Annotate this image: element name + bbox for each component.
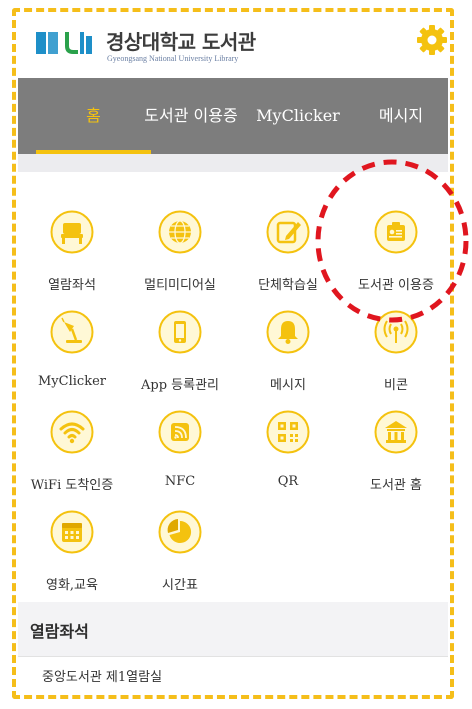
menu-grid: 열람좌석 멀티미디어실 단체학습실 도서관 이용증 MyClicker App … <box>18 172 448 602</box>
library-name: 경상대학교 도서관 <box>106 30 256 54</box>
menu-item-label: NFC <box>164 474 196 489</box>
menu-item-label: 메시지 <box>270 378 306 393</box>
menu-item-group-study-room[interactable]: 단체학습실 <box>234 198 342 298</box>
divider-band <box>18 154 448 172</box>
menu-item-label: 비콘 <box>384 378 408 393</box>
library-logo-icon <box>36 32 92 54</box>
tab-messages[interactable]: 메시지 <box>358 78 444 154</box>
menu-item-label: MyClicker <box>38 374 106 389</box>
calendar-icon <box>50 510 94 554</box>
list-item[interactable]: 중앙도서관 제1열람실 <box>18 656 448 693</box>
menu-item-timetable[interactable]: 시간표 <box>126 498 234 598</box>
qr-code-icon <box>266 410 310 454</box>
menu-item-label: 시간표 <box>162 578 198 593</box>
library-name-english: Gyeongsang National University Library <box>107 54 239 63</box>
menu-item-library-home[interactable]: 도서관 홈 <box>342 398 448 498</box>
menu-item-qr[interactable]: QR <box>234 398 342 498</box>
menu-item-label: WiFi 도착인증 <box>30 478 114 493</box>
id-card-icon <box>374 210 418 254</box>
menu-item-nfc[interactable]: NFC <box>126 398 234 498</box>
beacon-icon <box>374 310 418 354</box>
menu-item-label: App 등록관리 <box>140 378 219 393</box>
tab-bar: 홈 도서관 이용증 MyClicker 메시지 <box>18 78 448 154</box>
menu-item-multimedia-room[interactable]: 멀티미디어실 <box>126 198 234 298</box>
menu-item-app-registration[interactable]: App 등록관리 <box>126 298 234 398</box>
tab-myclicker[interactable]: MyClicker <box>248 78 348 154</box>
menu-item-messages[interactable]: 메시지 <box>234 298 342 398</box>
menu-item-label: 열람좌석 <box>48 278 96 293</box>
app-header: 경상대학교 도서관 Gyeongsang National University… <box>18 14 448 78</box>
menu-item-reading-seats[interactable]: 열람좌석 <box>18 198 126 298</box>
menu-item-library-card[interactable]: 도서관 이용증 <box>342 198 448 298</box>
menu-item-label: 영화,교육 <box>46 578 98 593</box>
menu-item-movies-education[interactable]: 영화,교육 <box>18 498 126 598</box>
menu-item-label: 멀티미디어실 <box>144 278 216 293</box>
tab-library-card[interactable]: 도서관 이용증 <box>136 78 246 154</box>
menu-item-label: 도서관 홈 <box>370 478 422 493</box>
menu-item-myclicker[interactable]: MyClicker <box>18 298 126 398</box>
pencil-note-icon <box>266 210 310 254</box>
settings-gear-icon[interactable] <box>416 24 448 56</box>
wifi-icon <box>50 410 94 454</box>
seat-status-section: 열람좌석 중앙도서관 제1열람실 <box>18 602 448 693</box>
globe-icon <box>158 210 202 254</box>
tab-home[interactable]: 홈 <box>36 78 151 154</box>
section-title: 열람좌석 <box>30 622 89 641</box>
reading-room-name: 중앙도서관 제1열람실 <box>42 670 163 685</box>
desk-lamp-icon <box>50 310 94 354</box>
menu-item-label: QR <box>277 474 299 489</box>
menu-item-beacon[interactable]: 비콘 <box>342 298 448 398</box>
menu-item-wifi-arrival[interactable]: WiFi 도착인증 <box>18 398 126 498</box>
seat-icon <box>50 210 94 254</box>
app-screen: 경상대학교 도서관 Gyeongsang National University… <box>18 14 448 693</box>
smartphone-icon <box>158 310 202 354</box>
menu-item-label: 단체학습실 <box>258 278 318 293</box>
nfc-icon <box>158 410 202 454</box>
bell-icon <box>266 310 310 354</box>
pie-chart-icon <box>158 510 202 554</box>
menu-item-label: 도서관 이용증 <box>358 278 434 293</box>
library-building-icon <box>374 410 418 454</box>
